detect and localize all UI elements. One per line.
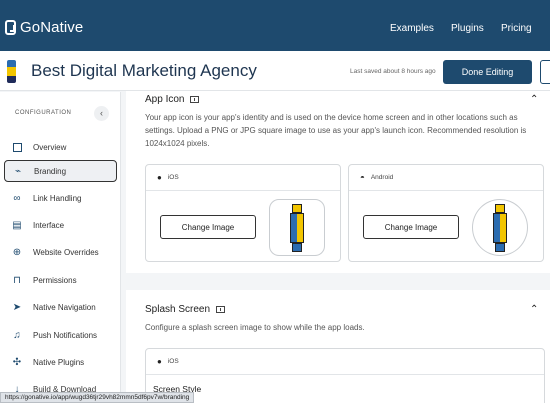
app-icon-description: Your app icon is your app's identity and… <box>145 113 527 148</box>
last-saved-text: Last saved about 8 hours ago <box>350 68 436 75</box>
secondary-header-button[interactable] <box>540 60 550 84</box>
brush-icon: ⌁ <box>14 165 22 177</box>
docs-icon[interactable] <box>216 305 226 313</box>
chevron-up-icon[interactable]: ⌃ <box>530 304 538 315</box>
sidebar-item-label: Interface <box>33 220 65 230</box>
apple-icon: ● <box>157 173 162 182</box>
sidebar-item-website-overrides[interactable]: ⊕ Website Overrides <box>4 241 117 263</box>
change-image-button[interactable]: Change Image <box>363 215 459 239</box>
navigation-icon: ➤ <box>12 301 22 313</box>
section-title: App Icon <box>145 94 200 105</box>
app-icon-title: App Icon <box>145 94 185 105</box>
platform-label: iOS <box>167 174 179 181</box>
link-icon: ∞ <box>13 192 21 204</box>
sidebar-item-label: Overview <box>33 142 67 152</box>
sidebar-item-link-handling[interactable]: ∞ Link Handling <box>4 187 117 209</box>
section-title: Splash Screen <box>145 304 226 315</box>
sidebar-item-label: Branding <box>34 166 67 176</box>
layout-icon: ▤ <box>12 219 22 231</box>
sidebar-header: CONFIGURATION <box>15 110 72 116</box>
app-icon-thumbnail <box>7 60 16 83</box>
card-header: ● iOS <box>146 349 544 375</box>
ios-icon-preview <box>269 199 325 256</box>
sidebar-item-label: Native Navigation <box>33 302 96 312</box>
android-icon-card: ◓ Android Change Image <box>348 164 544 262</box>
square-icon <box>11 141 23 153</box>
nav-pricing-link[interactable]: Pricing <box>501 23 532 34</box>
sidebar-item-label: Push Notifications <box>33 330 98 340</box>
logo-text: GoNative <box>20 19 84 36</box>
apple-icon: ● <box>157 357 162 366</box>
logo-icon <box>5 20 16 35</box>
sidebar-item-push-notifications[interactable]: ♫ Push Notifications <box>4 324 117 346</box>
ios-icon-card: ● iOS Change Image <box>145 164 341 262</box>
sidebar-item-label: Website Overrides <box>33 247 99 257</box>
sidebar-item-native-plugins[interactable]: ✣ Native Plugins <box>4 351 117 373</box>
app-icon-section: App Icon ⌃ Your app icon is your app's i… <box>126 91 550 273</box>
top-navbar: GoNative Examples Plugins Pricing <box>0 0 550 51</box>
sidebar-item-label: Native Plugins <box>33 357 85 367</box>
sidebar-item-permissions[interactable]: ⊓ Permissions <box>4 269 117 291</box>
platform-label: Android <box>370 174 394 181</box>
sidebar-item-interface[interactable]: ▤ Interface <box>4 214 117 236</box>
sidebar-item-native-navigation[interactable]: ➤ Native Navigation <box>4 296 117 318</box>
splash-description: Configure a splash screen image to show … <box>145 323 365 332</box>
card-header: ● iOS <box>146 165 340 191</box>
docs-icon[interactable] <box>190 95 200 103</box>
sidebar-item-label: Link Handling <box>33 193 82 203</box>
sidebar-item-label: Permissions <box>33 275 77 285</box>
sidebar: CONFIGURATION ‹ Overview ⌁ Branding ∞ Li… <box>0 92 121 403</box>
sidebar-item-branding[interactable]: ⌁ Branding <box>4 160 117 182</box>
sidebar-item-overview[interactable]: Overview <box>4 136 117 158</box>
chevron-left-icon[interactable]: ‹ <box>94 106 109 121</box>
splash-title: Splash Screen <box>145 304 211 315</box>
android-icon-preview <box>472 199 528 256</box>
android-icon: ◓ <box>360 173 365 182</box>
bell-icon: ♫ <box>13 329 21 341</box>
platform-label: iOS <box>167 358 179 365</box>
card-header: ◓ Android <box>349 165 543 191</box>
app-title: Best Digital Marketing Agency <box>31 61 257 80</box>
chevron-up-icon[interactable]: ⌃ <box>530 94 538 105</box>
done-editing-button[interactable]: Done Editing <box>443 60 532 84</box>
app-icon-image <box>493 203 507 252</box>
plugins-icon: ✣ <box>12 356 22 368</box>
app-header: Best Digital Marketing Agency Last saved… <box>0 51 550 91</box>
lock-icon: ⊓ <box>13 274 21 286</box>
nav-plugins-link[interactable]: Plugins <box>451 23 484 34</box>
globe-icon: ⊕ <box>12 246 22 258</box>
gonative-logo[interactable]: GoNative <box>5 19 83 36</box>
status-url-bar: https://gonative.io/app/wugd36tjr29vh82m… <box>0 392 195 403</box>
nav-examples-link[interactable]: Examples <box>390 23 434 34</box>
change-image-button[interactable]: Change Image <box>160 215 256 239</box>
splash-ios-card: ● iOS Screen Style <box>145 348 545 403</box>
splash-screen-section: Splash Screen ⌃ Configure a splash scree… <box>126 290 550 403</box>
app-icon-image <box>290 203 304 252</box>
